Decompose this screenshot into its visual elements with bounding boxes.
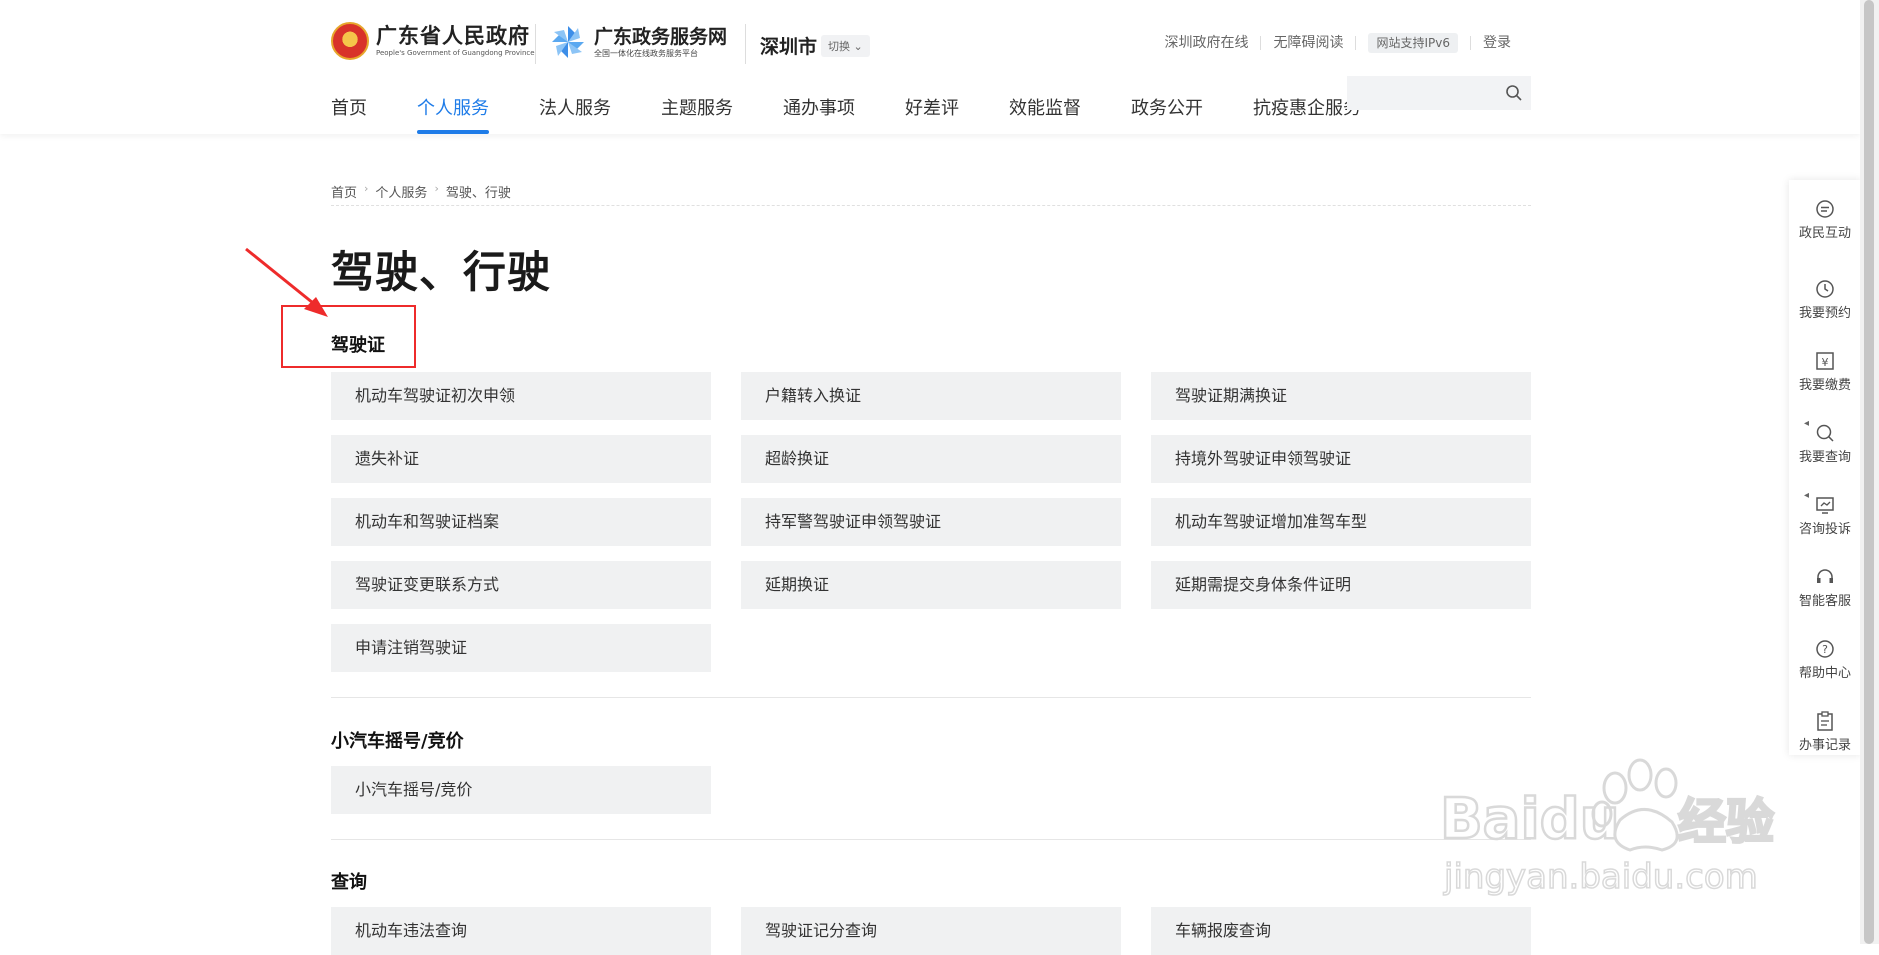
breadcrumb-current: 驾驶、行驶 [445,186,511,201]
section-title-query: 查询 [331,872,367,893]
nav-theme-service[interactable]: 主题服务 [661,94,733,134]
breadcrumb-separator-icon: › [364,182,369,195]
watermark-cn: 经验 [1678,794,1774,850]
page-scrollbar[interactable] [1860,0,1879,944]
service-item[interactable]: 延期换证 [741,561,1121,609]
service-title: 广东政务服务网 [594,26,728,48]
search-box[interactable] [1347,76,1531,112]
gov-subtitle: People's Government of Guangdong Provinc… [376,49,535,57]
chevron-down-icon: ⌄ [850,40,863,53]
nav-legal-entity-service[interactable]: 法人服务 [539,94,611,134]
service-item[interactable]: 遗失补证 [331,435,711,483]
service-item[interactable]: 驾驶证变更联系方式 [331,561,711,609]
nav-government-affairs[interactable]: 政务公开 [1131,94,1203,134]
nav-personal-service[interactable]: 个人服务 [417,94,489,134]
sidebar-label: 智能客服 [1798,594,1851,609]
sidebar-item-help[interactable]: ? 帮助中心 [1789,638,1861,681]
ipv6-wrapper: 网站支持IPv6 [1356,33,1471,53]
sidebar-item-appointment[interactable]: 我要预约 [1789,278,1861,321]
service-item[interactable]: 申请注销驾驶证 [331,624,711,672]
breadcrumb-separator-icon: › [434,182,439,195]
help-icon: ? [1816,640,1834,658]
nav-efficiency-supervision[interactable]: 效能监督 [1009,94,1081,134]
breadcrumb-home[interactable]: 首页 [331,182,357,201]
sidebar-label: 我要缴费 [1798,378,1851,393]
service-item[interactable]: 持境外驾驶证申领驾驶证 [1151,435,1531,483]
nav-home[interactable]: 首页 [331,94,367,134]
service-item[interactable]: 超龄换证 [741,435,1121,483]
svg-text:?: ? [1822,643,1828,656]
baidu-jingyan-watermark: Baidu 经验 jingyan.baidu.com [1440,758,1775,898]
search-icon[interactable] [1505,84,1523,102]
sidebar-item-query[interactable]: 我要查询 [1789,422,1861,465]
login-link[interactable]: 登录 [1471,36,1511,50]
service-item[interactable]: 车辆报废查询 [1151,907,1531,955]
city-switch-button[interactable]: 切换 ⌄ [821,35,870,57]
headset-icon [1817,569,1833,583]
scrollbar-thumb[interactable] [1864,0,1874,944]
service-item[interactable]: 机动车和驾驶证档案 [331,498,711,546]
floating-sidebar: 政民互动 我要预约 ¥ 我要缴费 我要查询 咨询投诉 智能客服 ? 帮助中心 办… [1789,180,1861,755]
gov-title: 广东省人民政府 [376,24,530,48]
annotation-highlight-box [281,305,416,368]
city-divider [745,24,746,64]
main-nav: 首页 个人服务 法人服务 主题服务 通办事项 好差评 效能监督 政务公开 抗疫惠… [331,94,1411,134]
section-title-car-lottery: 小汽车摇号/竞价 [331,731,464,752]
service-item[interactable]: 延期需提交身体条件证明 [1151,561,1531,609]
clock-icon [1816,280,1834,298]
gov-logo[interactable]: 广东省人民政府 People's Government of Guangdong… [331,22,535,60]
search-input[interactable] [1347,76,1509,112]
collapse-caret-icon[interactable]: ◂ [1804,490,1809,501]
service-item[interactable]: 户籍转入换证 [741,372,1121,420]
service-logo[interactable]: 广东政务服务网 全国一体化在线政务服务平台 [550,24,727,60]
section-divider [331,697,1531,698]
chat-icon [1816,200,1834,218]
sidebar-label: 咨询投诉 [1798,522,1851,537]
logo-divider [535,24,536,64]
sidebar-item-complaint[interactable]: 咨询投诉 [1789,494,1861,537]
nav-epidemic-service[interactable]: 抗疫惠企服务 [1253,94,1361,134]
page-title: 驾驶、行驶 [331,248,551,298]
link-accessibility[interactable]: 无障碍阅读 [1261,36,1357,50]
sidebar-label: 政民互动 [1798,226,1851,241]
service-item[interactable]: 驾驶证记分查询 [741,907,1121,955]
pinwheel-icon [552,26,584,58]
yuan-icon: ¥ [1816,352,1834,370]
sidebar-label: 我要查询 [1798,450,1851,465]
search-icon [1816,424,1834,442]
national-emblem-icon [331,22,369,60]
site-header: 广东省人民政府 People's Government of Guangdong… [0,0,1860,134]
nav-rating[interactable]: 好差评 [905,94,959,134]
clipboard-icon [1817,711,1833,731]
top-links: 深圳政府在线 无障碍阅读 网站支持IPv6 登录 [1152,33,1511,53]
collapse-caret-icon[interactable]: ◂ [1804,418,1809,429]
current-city: 深圳市 [760,36,818,58]
service-item[interactable]: 持军警驾驶证申领驾驶证 [741,498,1121,546]
sidebar-label: 帮助中心 [1798,666,1851,681]
service-item[interactable]: 机动车驾驶证初次申领 [331,372,711,420]
link-shenzhen-gov[interactable]: 深圳政府在线 [1152,36,1262,50]
breadcrumb: 首页 › 个人服务 › 驾驶、行驶 [331,182,511,201]
sidebar-item-ai-service[interactable]: 智能客服 [1789,566,1861,609]
service-item[interactable]: 小汽车摇号/竞价 [331,766,711,814]
sidebar-label: 办事记录 [1798,738,1851,753]
sidebar-item-payment[interactable]: ¥ 我要缴费 [1789,350,1861,393]
service-subtitle: 全国一体化在线政务服务平台 [594,49,698,58]
section-divider [331,839,1531,840]
city-switch-label: 切换 [828,40,850,53]
service-item[interactable]: 驾驶证期满换证 [1151,372,1531,420]
breadcrumb-divider [331,205,1531,206]
nav-general-affairs[interactable]: 通办事项 [783,94,855,134]
service-item[interactable]: 机动车驾驶证增加准驾车型 [1151,498,1531,546]
svg-text:¥: ¥ [1822,356,1829,369]
sidebar-item-interaction[interactable]: 政民互动 [1789,198,1861,241]
breadcrumb-personal-service[interactable]: 个人服务 [375,182,427,201]
service-item[interactable]: 机动车违法查询 [331,907,711,955]
sidebar-label: 我要预约 [1798,306,1851,321]
watermark-brand: Baidu [1440,787,1620,852]
ipv6-badge: 网站支持IPv6 [1368,33,1458,53]
monitor-message-icon [1816,497,1834,514]
watermark-url: jingyan.baidu.com [1443,857,1758,897]
sidebar-item-records[interactable]: 办事记录 [1789,710,1861,753]
